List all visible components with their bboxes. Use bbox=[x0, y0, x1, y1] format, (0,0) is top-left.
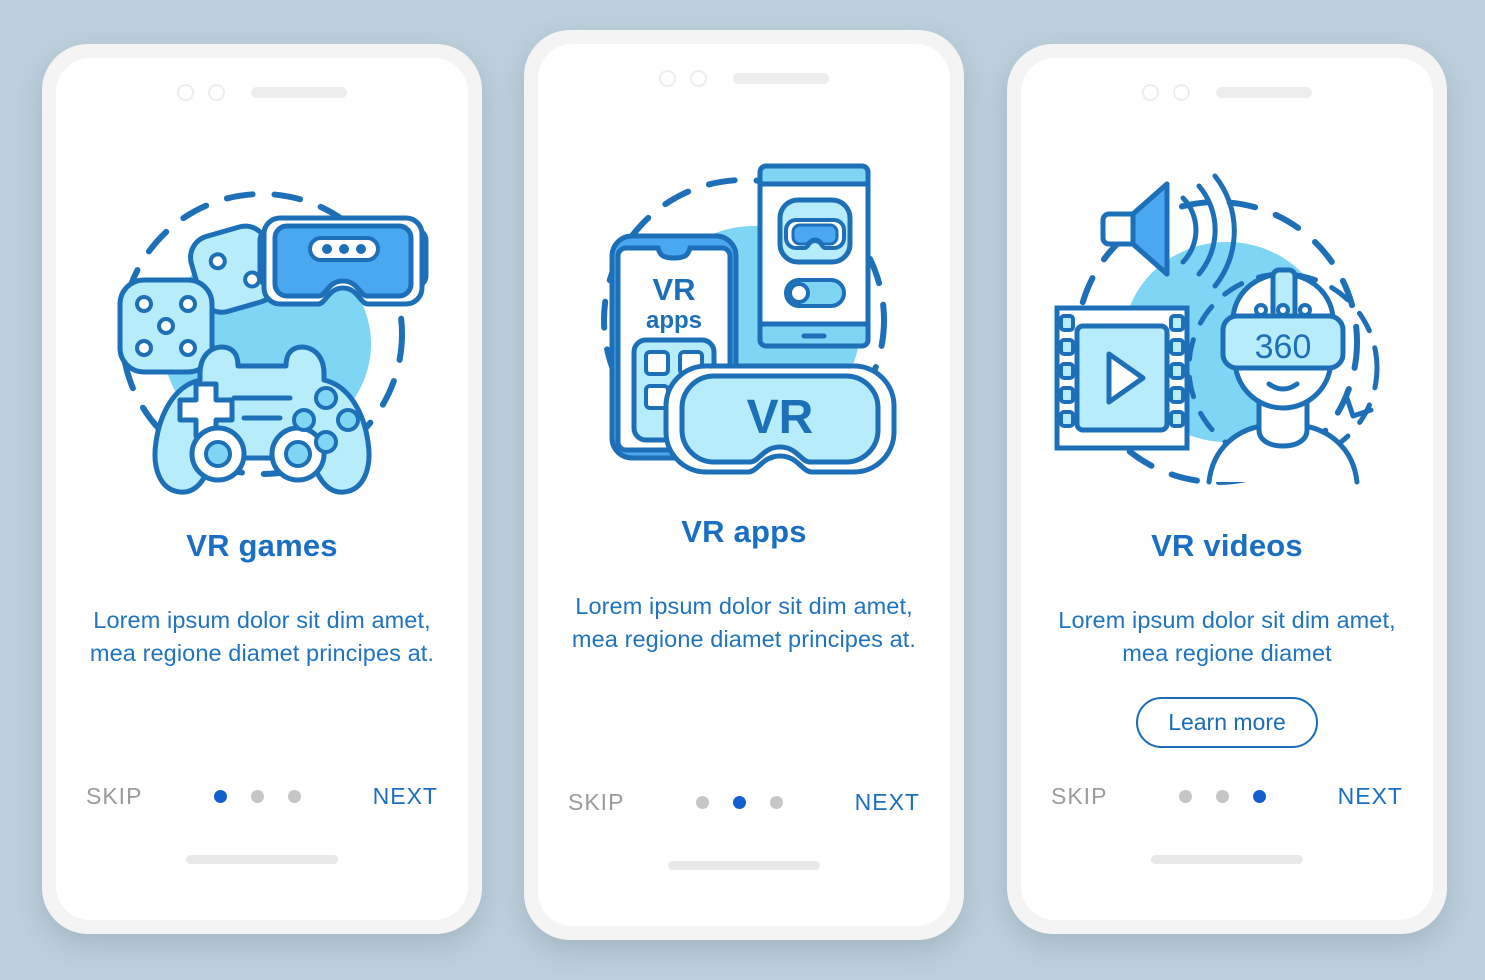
phone-notch-bar bbox=[538, 70, 950, 87]
phone-notch-bar bbox=[1021, 84, 1433, 101]
skip-button[interactable]: SKIP bbox=[1051, 783, 1107, 810]
vr-apps-phone-label-line1: VR bbox=[652, 272, 695, 307]
sensor-icon bbox=[1173, 84, 1190, 101]
screen-vr-apps: VR apps VR VR apps Lorem ipsum dolor sit… bbox=[538, 44, 950, 926]
earpiece-speaker-icon bbox=[251, 87, 347, 98]
pagination-dots bbox=[696, 796, 784, 809]
earpiece-speaker-icon bbox=[1216, 87, 1312, 98]
pagination-dot-3[interactable] bbox=[770, 796, 784, 809]
screen-vr-games: VR games Lorem ipsum dolor sit dim amet,… bbox=[56, 58, 468, 920]
phone-mockup-vr-apps: VR apps VR VR apps Lorem ipsum dolor sit… bbox=[524, 30, 964, 940]
onboarding-footer-nav: SKIP NEXT bbox=[86, 783, 438, 810]
sensor-icon bbox=[208, 84, 225, 101]
home-indicator bbox=[668, 861, 820, 870]
page-title: VR games bbox=[186, 528, 338, 563]
text-block-vr-games: VR games Lorem ipsum dolor sit dim amet,… bbox=[56, 528, 468, 671]
pagination-dot-3[interactable] bbox=[1253, 790, 1267, 803]
camera-icon bbox=[1142, 84, 1159, 101]
onboarding-footer-nav: SKIP NEXT bbox=[568, 789, 920, 816]
phone-mockup-vr-games: VR games Lorem ipsum dolor sit dim amet,… bbox=[42, 44, 482, 934]
page-description: Lorem ipsum dolor sit dim amet, mea regi… bbox=[1058, 607, 1396, 667]
learn-more-button[interactable]: Learn more bbox=[1136, 696, 1318, 748]
phone-notch-bar bbox=[56, 84, 468, 101]
screen-vr-videos: 360 VR videos Lorem ipsum dolor sit dim … bbox=[1021, 58, 1433, 920]
next-button[interactable]: NEXT bbox=[373, 783, 438, 810]
next-button[interactable]: NEXT bbox=[1338, 783, 1403, 810]
onboarding-footer-nav: SKIP NEXT bbox=[1051, 783, 1403, 810]
camera-icon bbox=[177, 84, 194, 101]
page-description: Lorem ipsum dolor sit dim amet, mea regi… bbox=[571, 593, 917, 653]
text-block-vr-apps: VR apps Lorem ipsum dolor sit dim amet, … bbox=[538, 514, 950, 657]
pagination-dots bbox=[1179, 790, 1267, 803]
vr-goggles-label: VR bbox=[747, 391, 814, 444]
page-title: VR videos bbox=[1151, 528, 1303, 563]
home-indicator bbox=[186, 855, 338, 864]
camera-icon bbox=[659, 70, 676, 87]
pagination-dot-1[interactable] bbox=[1179, 790, 1193, 803]
onboarding-screens-stage: VR games Lorem ipsum dolor sit dim amet,… bbox=[0, 0, 1485, 980]
vr-videos-illustration: 360 bbox=[1047, 162, 1407, 512]
pagination-dot-3[interactable] bbox=[288, 790, 302, 803]
home-indicator bbox=[1151, 855, 1303, 864]
page-title: VR apps bbox=[681, 514, 807, 549]
vr-apps-illustration: VR apps VR bbox=[564, 148, 924, 498]
sensor-icon bbox=[690, 70, 707, 87]
pagination-dot-2[interactable] bbox=[1216, 790, 1230, 803]
skip-button[interactable]: SKIP bbox=[86, 783, 142, 810]
next-button[interactable]: NEXT bbox=[855, 789, 920, 816]
vr-headset-360-label: 360 bbox=[1255, 328, 1312, 366]
pagination-dot-1[interactable] bbox=[214, 790, 228, 803]
pagination-dot-2[interactable] bbox=[733, 796, 747, 809]
pagination-dots bbox=[214, 790, 302, 803]
phone-mockup-vr-videos: 360 VR videos Lorem ipsum dolor sit dim … bbox=[1007, 44, 1447, 934]
learn-more-wrapper: Learn more bbox=[1049, 696, 1405, 748]
text-block-vr-videos: VR videos Lorem ipsum dolor sit dim amet… bbox=[1021, 528, 1433, 748]
pagination-dot-2[interactable] bbox=[251, 790, 265, 803]
skip-button[interactable]: SKIP bbox=[568, 789, 624, 816]
page-description: Lorem ipsum dolor sit dim amet, mea regi… bbox=[89, 607, 435, 667]
vr-apps-phone-label-line2: apps bbox=[646, 307, 702, 334]
pagination-dot-1[interactable] bbox=[696, 796, 710, 809]
vr-games-illustration bbox=[82, 162, 442, 512]
earpiece-speaker-icon bbox=[733, 73, 829, 84]
